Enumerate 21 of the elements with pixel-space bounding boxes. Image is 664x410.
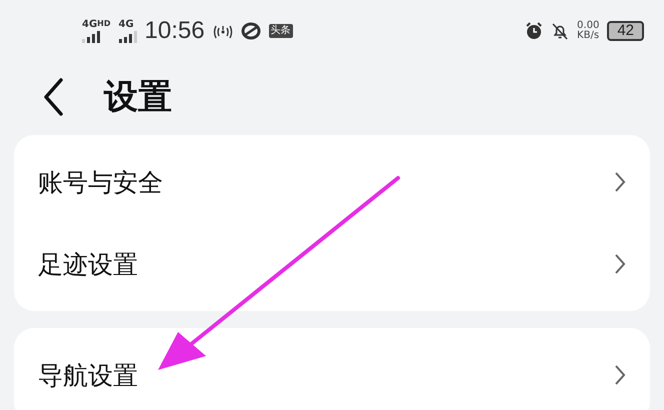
data-rate-unit: KB/s [577,31,600,41]
chevron-right-icon [614,253,626,275]
chevron-right-icon [614,171,626,193]
ring-icon [240,22,261,40]
page-title: 设置 [104,76,172,119]
settings-item[interactable]: 导航设置 [14,334,650,410]
data-rate: 0.00 [577,21,600,31]
network-type: 4G [118,20,134,30]
bell-off-icon [551,22,570,40]
settings-item[interactable]: 足迹设置 [14,223,650,305]
hotspot-icon [212,23,233,39]
network-type: 4G$^{HD}$ [82,20,111,30]
app-badge: 头条 [268,24,293,38]
back-button[interactable] [42,77,64,117]
alarm-icon [525,22,544,40]
battery-icon: 42 [607,21,644,41]
settings-item[interactable]: 账号与安全 [14,141,650,223]
clock-time: 10:56 [144,17,205,45]
chevron-right-icon [614,364,626,386]
signal-icon [82,30,100,42]
signal-icon [118,30,137,42]
